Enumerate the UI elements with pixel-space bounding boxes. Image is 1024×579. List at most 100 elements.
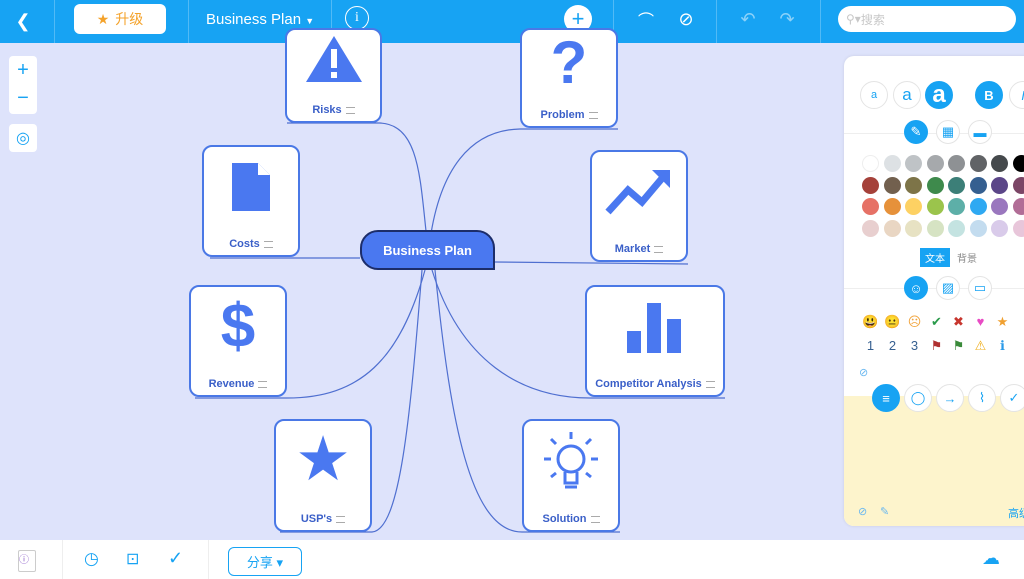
color-swatch[interactable] — [926, 219, 944, 237]
central-topic[interactable]: Business Plan — [360, 230, 495, 270]
node-costs[interactable]: Costs — [202, 145, 300, 257]
color-swatch[interactable] — [1012, 219, 1024, 237]
marker-icon[interactable]: 😐 — [884, 313, 901, 330]
color-swatch[interactable] — [905, 176, 922, 194]
paperclip-icon: ⌇ — [978, 390, 986, 405]
note-icon — [705, 380, 715, 388]
color-swatch[interactable] — [991, 176, 1008, 194]
bold-button[interactable]: B — [975, 81, 1003, 109]
comment-icon: ◯ — [910, 390, 926, 405]
color-swatch[interactable] — [969, 219, 987, 237]
color-swatch[interactable] — [969, 176, 987, 194]
color-swatch[interactable] — [948, 198, 965, 215]
color-swatch[interactable] — [948, 155, 965, 172]
color-swatch[interactable] — [948, 219, 965, 237]
font-size-small-button[interactable]: a — [860, 81, 888, 109]
color-swatch[interactable] — [905, 219, 922, 237]
marker-icon[interactable]: 1 — [862, 337, 879, 354]
text-style-tab[interactable]: ✎ — [904, 120, 928, 144]
text-color-tab[interactable]: 文本 — [920, 248, 950, 267]
color-swatch[interactable] — [883, 198, 901, 215]
cloud-download-icon[interactable]: ☁ — [982, 548, 1000, 569]
clear-marker-icon[interactable]: ⊘ — [859, 366, 868, 379]
attachment-button[interactable]: ⌇ — [968, 384, 996, 412]
note-icon — [263, 240, 273, 248]
color-swatch[interactable] — [991, 219, 1008, 237]
note-area[interactable] — [844, 396, 1024, 526]
star-icon: ★ — [295, 425, 351, 494]
node-problem[interactable]: ? Problem — [520, 28, 618, 128]
video-tab[interactable]: ▭ — [968, 276, 992, 300]
font-size-large-button[interactable]: a — [925, 81, 953, 109]
node-risks[interactable]: Risks — [285, 28, 382, 123]
color-swatch[interactable] — [905, 155, 922, 172]
background-color-tab[interactable]: 背景 — [957, 250, 977, 265]
branch-risks — [287, 122, 428, 241]
color-swatch[interactable] — [991, 198, 1008, 215]
color-swatch[interactable] — [883, 176, 901, 194]
color-swatch[interactable] — [905, 198, 922, 215]
link-button[interactable]: → — [936, 384, 964, 412]
marker-icon[interactable]: ✔ — [928, 313, 945, 330]
note-button[interactable]: ≡ — [872, 384, 900, 412]
marker-icon[interactable]: ☹ — [906, 313, 923, 330]
note-icon — [590, 515, 600, 523]
color-swatch[interactable] — [948, 176, 965, 194]
marker-icon[interactable]: ℹ — [994, 337, 1011, 354]
color-swatch[interactable] — [1012, 198, 1024, 215]
color-swatch[interactable] — [883, 219, 901, 237]
check-icon[interactable]: ✓ — [168, 548, 183, 569]
image-icon: ▨ — [941, 280, 955, 295]
document-info-icon[interactable]: ⓘ — [18, 550, 36, 572]
note-icon: ≡ — [882, 390, 890, 406]
marker-icon[interactable]: ✖ — [950, 313, 967, 330]
shape-tab[interactable]: ▬ — [968, 120, 992, 144]
image-tab[interactable]: ▨ — [936, 276, 960, 300]
color-swatch[interactable] — [926, 155, 944, 172]
note-icon — [654, 245, 664, 253]
marker-icon[interactable]: 3 — [906, 337, 923, 354]
marker-icon[interactable]: ★ — [994, 313, 1011, 330]
marker-icon[interactable]: 2 — [884, 337, 901, 354]
color-swatch[interactable] — [926, 176, 944, 194]
clear-note-icon[interactable]: ⊘ — [858, 505, 867, 518]
task-button[interactable]: ✓ — [1000, 384, 1024, 412]
marker-icon[interactable]: ⚑ — [950, 337, 967, 354]
color-swatch[interactable] — [862, 219, 879, 237]
color-swatch[interactable] — [862, 176, 879, 194]
dollar-icon: $ — [220, 292, 256, 361]
bottom-toolbar: ⓘ ◷ ⊡ ✓ 分享 ▾ ☁ — [0, 540, 1024, 579]
emoji-tab[interactable]: ☺ — [904, 276, 928, 300]
layout-tab[interactable]: ▦ — [936, 120, 960, 144]
color-swatch[interactable] — [862, 198, 879, 215]
note-icon — [345, 106, 355, 114]
pen-icon: ✎ — [910, 124, 922, 139]
node-solution[interactable]: Solution — [522, 419, 620, 532]
node-competitor-analysis[interactable]: Competitor Analysis — [585, 285, 725, 397]
marker-icon[interactable]: ⚑ — [928, 337, 945, 354]
color-swatch[interactable] — [991, 155, 1008, 172]
node-revenue[interactable]: $ Revenue — [189, 285, 287, 397]
node-usps[interactable]: ★ USP's — [274, 419, 372, 532]
color-swatch[interactable] — [969, 198, 987, 215]
color-swatch[interactable] — [1012, 155, 1024, 172]
document-icon — [232, 163, 270, 211]
comment-button[interactable]: ◯ — [904, 384, 932, 412]
share-button[interactable]: 分享 ▾ — [228, 547, 302, 576]
color-swatch[interactable] — [883, 155, 901, 172]
font-size-medium-button[interactable]: a — [893, 81, 921, 109]
advanced-link[interactable]: 高级 — [1008, 505, 1024, 521]
color-swatch[interactable] — [926, 198, 944, 215]
video-icon: ▭ — [973, 280, 987, 295]
marker-icon[interactable]: ⚠ — [972, 337, 989, 354]
magic-wand-icon[interactable]: ✎ — [880, 505, 889, 518]
italic-button[interactable]: I — [1009, 81, 1024, 109]
color-swatch[interactable] — [1012, 176, 1024, 194]
presentation-icon[interactable]: ⊡ — [126, 549, 139, 569]
color-swatch[interactable] — [969, 155, 987, 172]
history-icon[interactable]: ◷ — [84, 549, 99, 569]
node-market[interactable]: Market — [590, 150, 688, 262]
marker-icon[interactable]: 😃 — [862, 313, 879, 330]
marker-icon[interactable]: ♥ — [972, 313, 989, 330]
color-swatch[interactable] — [862, 155, 879, 172]
